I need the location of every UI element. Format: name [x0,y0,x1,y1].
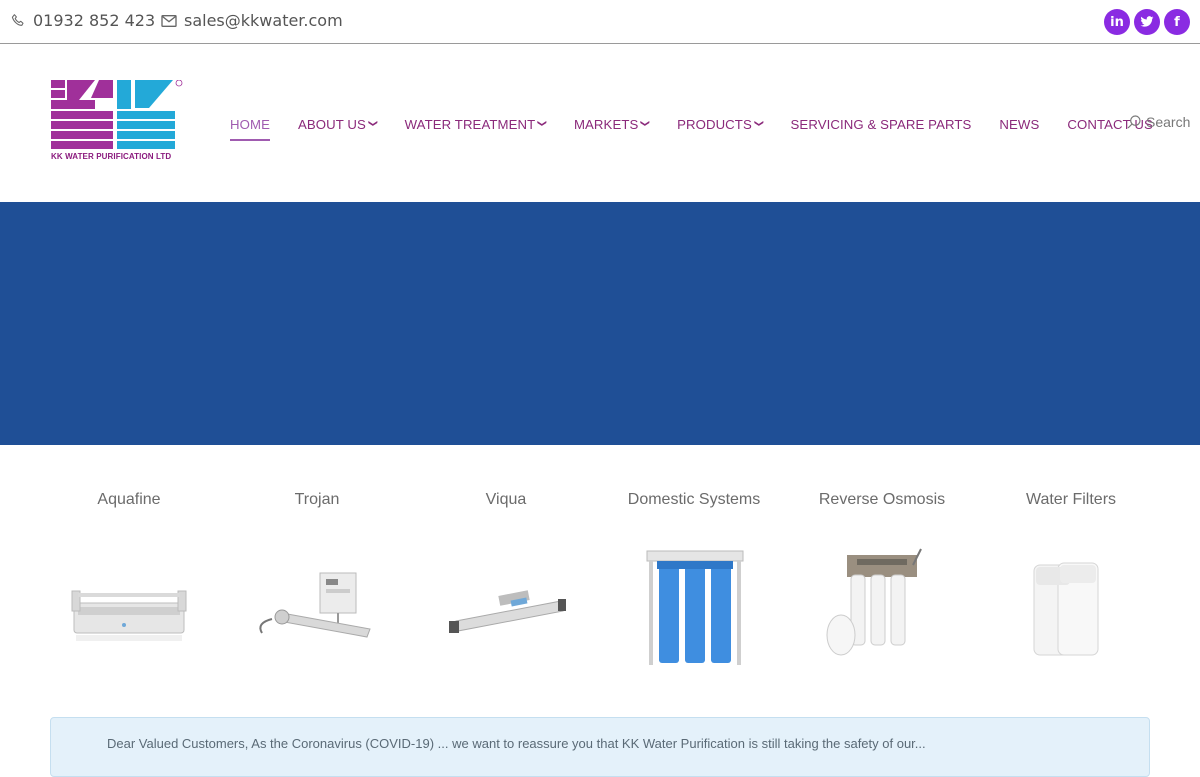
product-title[interactable]: Water Filters [977,491,1165,509]
mail-icon [161,14,177,27]
nav-water-treatment[interactable]: WATER TREATMENT ❯ [405,117,548,132]
product-title[interactable]: Trojan [223,491,411,509]
nav-servicing-spare-parts[interactable]: SERVICING & SPARE PARTS [791,117,972,132]
chevron-down-icon: ❯ [537,119,548,127]
site-header: KK WATER PURIFICATION LTD HOME ABOUT US ❯… [0,44,1200,202]
facebook-icon[interactable]: f [1164,9,1190,35]
linkedin-icon[interactable]: in [1104,9,1130,35]
main-nav: HOME ABOUT US ❯ WATER TREATMENT ❯ MARKETS ❯… [230,115,1181,141]
hero-banner [0,202,1200,445]
product-reverse-osmosis[interactable]: Reverse Osmosis [788,445,976,695]
phone-number[interactable]: 01932 852 423 [33,11,155,30]
chevron-down-icon: ❯ [368,119,379,127]
top-bar: 01932 852 423 sales@kkwater.com in f [0,0,1200,44]
blue-filter-housings-image[interactable] [619,545,769,670]
product-title[interactable]: Reverse Osmosis [788,491,976,509]
product-title[interactable]: Viqua [412,491,600,509]
search-icon [1127,115,1141,129]
phone-contact[interactable]: 01932 852 423 [10,11,155,30]
uv-steriliser-image[interactable] [431,545,581,670]
nav-about-us[interactable]: ABOUT US ❯ [298,117,379,132]
search-label[interactable]: Search [1146,114,1190,130]
email-contact[interactable]: sales@kkwater.com [161,11,343,30]
nav-home[interactable]: HOME [230,117,270,141]
product-aquafine[interactable]: Aquafine [35,445,223,695]
product-water-filters[interactable]: Water Filters [977,445,1165,695]
nav-products[interactable]: PRODUCTS ❯ [677,117,765,132]
phone-icon [11,13,24,26]
ro-unit-image[interactable] [807,545,957,670]
social-links: in f [1104,9,1190,35]
twitter-icon[interactable] [1134,9,1160,35]
product-domestic-systems[interactable]: Domestic Systems [600,445,788,695]
email-address[interactable]: sales@kkwater.com [184,11,343,30]
nav-news[interactable]: NEWS [999,117,1039,132]
covid-notice: Dear Valued Customers, As the Coronaviru… [50,717,1150,777]
uv-system-image[interactable] [54,545,204,670]
product-title[interactable]: Domestic Systems [600,491,788,509]
chevron-down-icon: ❯ [754,119,765,127]
search-button[interactable]: Search [1126,114,1190,130]
uv-chamber-image[interactable] [242,545,392,670]
water-softener-image[interactable] [996,545,1146,670]
company-name: KK WATER PURIFICATION LTD [51,152,172,161]
product-title[interactable]: Aquafine [35,491,223,509]
chevron-down-icon: ❯ [640,119,651,127]
product-trojan[interactable]: Trojan [223,445,411,695]
product-viqua[interactable]: Viqua [412,445,600,695]
nav-markets[interactable]: MARKETS ❯ [574,117,651,132]
product-brands: Aquafine Trojan Viqua Domestic Systems R… [0,445,1200,715]
